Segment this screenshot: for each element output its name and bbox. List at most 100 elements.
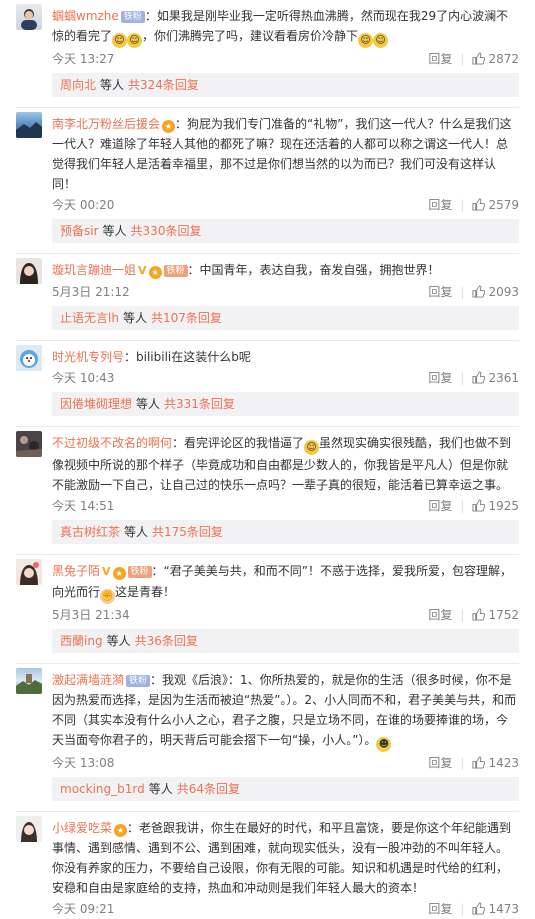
avatar[interactable] (16, 559, 42, 585)
username[interactable]: 南李北万粉丝后援会 (52, 117, 160, 131)
like-button[interactable]: 2579 (472, 198, 519, 212)
username[interactable]: 时光机专列号 (52, 350, 124, 364)
view-replies-link[interactable]: 共107条回复 (151, 311, 222, 325)
thumbs-up-icon (472, 608, 486, 621)
comment-time: 今天 13:27 (52, 52, 115, 66)
like-button[interactable]: 1752 (472, 608, 519, 622)
medal-icon: ★ (112, 567, 126, 580)
divider: | (460, 902, 465, 916)
view-replies-link[interactable]: 共175条回复 (152, 525, 223, 539)
verified-icon: V (138, 264, 147, 277)
sub-reply-user[interactable]: 周向北 (60, 78, 96, 92)
reply-button[interactable]: 回复 (428, 371, 452, 385)
thumbs-up-icon (472, 499, 486, 512)
sub-replies[interactable]: 西蘭ing 等人 共36条回复 (52, 629, 519, 653)
username[interactable]: 不过初级不改名的啊何 (52, 436, 172, 450)
like-count: 2361 (488, 371, 519, 385)
divider: | (460, 198, 465, 212)
comment-item: 南李北万粉丝后援会 ★ ：狗屁为我们专门准备的“礼物”，我们这一代人？什么是我们这一… (0, 108, 535, 254)
like-button[interactable]: 1473 (472, 902, 519, 916)
sub-reply-user[interactable]: 止语无言lh (60, 311, 119, 325)
sub-reply-user[interactable]: mocking_b1rd (60, 782, 145, 796)
divider: | (460, 756, 465, 770)
username[interactable]: 璇玑言蹦迪一姐 (52, 263, 136, 277)
sub-replies[interactable]: mocking_b1rd 等人 共64条回复 (52, 777, 519, 801)
sub-reply-middle: 等人 (102, 224, 127, 238)
comment-time: 今天 13:08 (52, 756, 115, 770)
comment-time: 今天 14:51 (52, 499, 115, 513)
avatar[interactable] (16, 4, 42, 30)
like-button[interactable]: 1925 (472, 499, 519, 513)
comment-text: ：bilibili在这装什么b呢 (124, 350, 251, 364)
avatar[interactable] (16, 112, 42, 138)
sub-reply-user[interactable]: 因倦堆砌理想 (60, 397, 132, 411)
comment-feed: 蝈蝈wmzhe 铁粉 ：如果我是刚毕业我一定听得热血沸腾，然而现在我29了内心波澜不… (0, 0, 535, 919)
username[interactable]: 激起满墙涟漪 (52, 673, 124, 687)
smile-emoji-icon: ☺ (358, 33, 374, 48)
username[interactable]: 黑兔子陌 (52, 564, 100, 578)
verified-icon: V (102, 565, 111, 578)
comment-item: 黑兔子陌 V ★ 铁粉 ：“君子美美与共，和而不同”！不惑于选择，爱我所爱，包容理解，向… (0, 555, 535, 664)
medal-icon: ★ (114, 824, 128, 837)
view-replies-link[interactable]: 共330条回复 (131, 224, 202, 238)
comment-item: 时光机专列号：bilibili在这装什么b呢 今天 10:43 回复 | 2361 … (0, 341, 535, 427)
sub-replies[interactable]: 止语无言lh 等人 共107条回复 (52, 306, 519, 330)
view-replies-link[interactable]: 共64条回复 (177, 782, 240, 796)
divider: | (460, 52, 465, 66)
reply-button[interactable]: 回复 (428, 499, 452, 513)
avatar[interactable] (16, 258, 42, 284)
sub-reply-middle: 等人 (106, 634, 131, 648)
comment-text: ：看完评论区的我惜逼了 (172, 436, 305, 450)
like-count: 1752 (488, 608, 519, 622)
sub-replies[interactable]: 真古树红茶 等人 共175条回复 (52, 520, 519, 544)
comment-item: 不过初级不改名的啊何：看完评论区的我惜逼了 ☺ 虽然现实确实很残酷，我们也做不到像视… (0, 427, 535, 555)
sub-reply-user[interactable]: 西蘭ing (60, 634, 103, 648)
reply-button[interactable]: 回复 (428, 198, 452, 212)
like-button[interactable]: 2361 (472, 371, 519, 385)
thumbs-up-icon (472, 285, 486, 298)
comment-time: 5月3日 21:12 (52, 285, 130, 299)
like-button[interactable]: 1423 (472, 756, 519, 770)
divider: | (460, 608, 465, 622)
reply-button[interactable]: 回复 (428, 756, 452, 770)
avatar[interactable] (16, 816, 42, 842)
medal-icon: ★ (148, 266, 162, 279)
sub-reply-middle: 等人 (122, 311, 147, 325)
sub-replies[interactable]: 预备sir 等人 共330条回复 (52, 219, 519, 243)
like-count: 2579 (488, 198, 519, 212)
sub-reply-middle: 等人 (100, 78, 125, 92)
like-button[interactable]: 2093 (472, 285, 519, 299)
view-replies-link[interactable]: 共331条回复 (164, 397, 235, 411)
avatar[interactable] (16, 668, 42, 694)
view-replies-link[interactable]: 共324条回复 (128, 78, 199, 92)
reply-button[interactable]: 回复 (428, 608, 452, 622)
avatar[interactable] (16, 345, 42, 371)
medal-icon: ★ (162, 120, 176, 133)
comment-text: ：中国青年，表达自我，奋发自强，拥抱世界！ (187, 263, 440, 277)
reply-button[interactable]: 回复 (428, 52, 452, 66)
divider: | (460, 499, 465, 513)
avatar[interactable] (16, 431, 42, 457)
comment-item: 璇玑言蹦迪一姐 V ★ 铁粉 ：中国青年，表达自我，奋发自强，拥抱世界！ 5月3日 21… (0, 254, 535, 341)
username[interactable]: 小绿爱吃菜 (52, 821, 112, 835)
comment-item: 小绿爱吃菜 ★ ：老爸跟我讲，你生在最好的时代，和平且富饶，要是你这个年纪能遇到事情… (0, 812, 535, 919)
like-count: 2872 (488, 52, 519, 66)
reply-button[interactable]: 回复 (428, 285, 452, 299)
fan-badge: 铁粉 (120, 11, 145, 23)
username[interactable]: 蝈蝈wmzhe (52, 9, 119, 23)
sub-replies[interactable]: 周向北 等人 共324条回复 (52, 73, 519, 97)
muscle-emoji-icon: ✊ (100, 589, 116, 604)
view-replies-link[interactable]: 共36条回复 (135, 634, 198, 648)
sub-replies[interactable]: 因倦堆砌理想 等人 共331条回复 (52, 392, 519, 416)
reply-button[interactable]: 回复 (428, 902, 452, 916)
like-button[interactable]: 2872 (472, 52, 519, 66)
smile-emoji-icon: ☺ (112, 33, 128, 48)
fan-badge: 铁粉 (127, 566, 152, 578)
comment-text: 这是青春！ (115, 585, 176, 599)
comment-item: 激起满墙涟漪 铁粉 ：我观《后浪》：1、你所热爱的，就是你的生活（很多时候，你不是因… (0, 664, 535, 812)
smile-emoji-icon: ☺ (373, 33, 389, 48)
sub-reply-middle: 等人 (124, 525, 149, 539)
sub-reply-user[interactable]: 真古树红茶 (60, 525, 120, 539)
sub-reply-middle: 等人 (136, 397, 161, 411)
sub-reply-user[interactable]: 预备sir (60, 224, 99, 238)
